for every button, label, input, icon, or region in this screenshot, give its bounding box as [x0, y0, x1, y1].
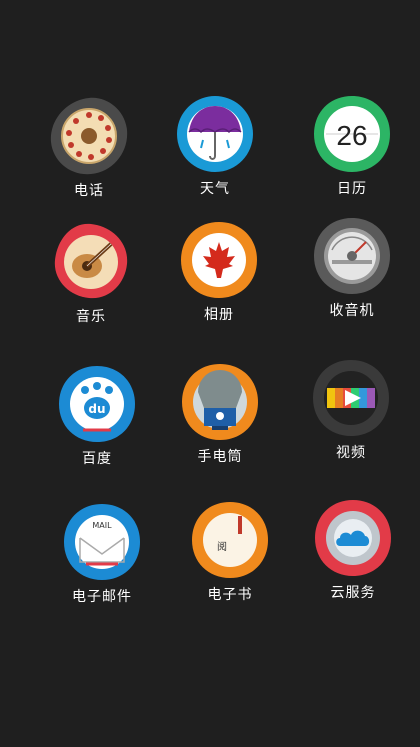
gallery-label: 相册	[204, 307, 234, 323]
umbrella-icon	[177, 96, 253, 172]
radio-app[interactable]: 收音机	[297, 216, 407, 320]
calendar-app[interactable]: 26 日历	[297, 94, 407, 198]
maple-leaf-icon	[181, 222, 257, 298]
flashlight-app[interactable]: 手电筒	[165, 362, 275, 466]
gallery-app[interactable]: 相册	[164, 220, 274, 324]
cloud-service-app[interactable]: 云服务	[298, 498, 408, 602]
baidu-app[interactable]: du 百度	[42, 364, 152, 468]
calendar-icon: 26	[314, 96, 390, 172]
video-app[interactable]: 视频	[296, 358, 406, 462]
flashlight-label: 手电筒	[197, 449, 243, 465]
guitar-icon	[54, 223, 128, 299]
flashlight-icon	[182, 364, 258, 440]
baidu-logo-text: du	[88, 402, 105, 416]
music-label: 音乐	[76, 309, 106, 325]
phone-app[interactable]: 电话	[34, 96, 144, 200]
phone-icon	[50, 97, 128, 175]
weather-label: 天气	[200, 181, 230, 197]
ebook-label: 电子书	[207, 587, 253, 603]
cloud-icon	[315, 500, 391, 576]
radio-icon	[314, 218, 390, 294]
baidu-paw-icon: du	[59, 366, 135, 442]
phone-label: 电话	[74, 183, 104, 199]
mail-icon: MAIL	[64, 504, 140, 580]
video-label: 视频	[336, 445, 366, 461]
calendar-date: 26	[336, 120, 367, 151]
weather-app[interactable]: 天气	[160, 94, 270, 198]
baidu-label: 百度	[82, 451, 112, 467]
radio-label: 收音机	[329, 303, 375, 319]
music-app[interactable]: 音乐	[36, 222, 146, 326]
cloud-service-label: 云服务	[330, 585, 376, 601]
email-label: 电子邮件	[72, 589, 132, 605]
book-icon: 阅	[192, 502, 268, 578]
home-screen: 电话 天气 26 日历 音乐 相册 收音机 du 百度 手电筒 视频 MAIL …	[0, 0, 420, 747]
mail-logo-text: MAIL	[92, 521, 112, 530]
calendar-label: 日历	[337, 181, 367, 197]
book-logo-text: 阅	[217, 540, 227, 553]
email-app[interactable]: MAIL 电子邮件	[47, 502, 157, 606]
ebook-app[interactable]: 阅 电子书	[175, 500, 285, 604]
video-icon	[313, 360, 389, 436]
